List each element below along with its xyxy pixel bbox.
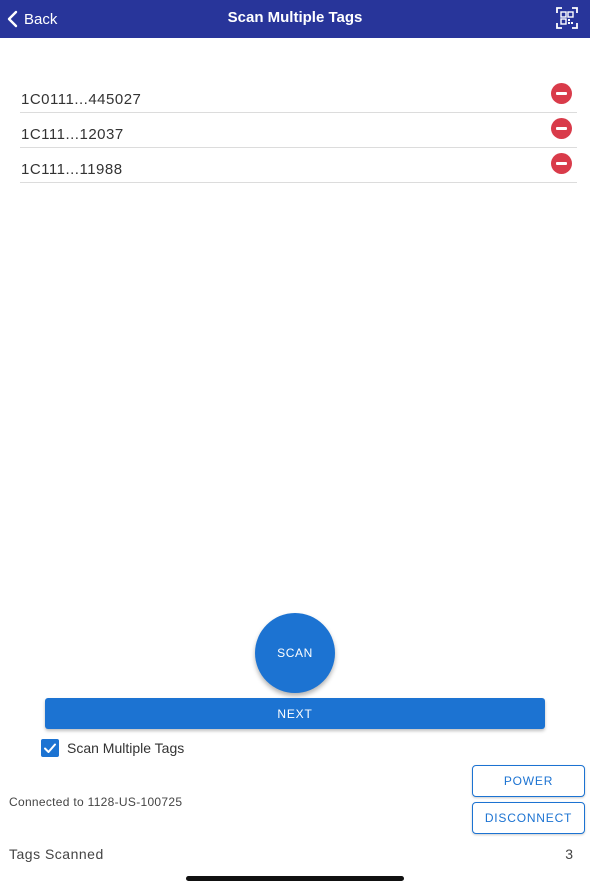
next-button[interactable]: NEXT <box>45 698 545 729</box>
page-title: Scan Multiple Tags <box>227 9 363 26</box>
connection-status: Connected to 1128-US-100725 <box>9 795 183 809</box>
scan-multiple-option: Scan Multiple Tags <box>41 738 184 758</box>
tag-list: 1C0111...445027 1C111...12037 1C111...11… <box>0 78 590 183</box>
qr-code-scan-icon[interactable] <box>556 7 578 29</box>
tag-row: 1C111...12037 <box>20 113 577 148</box>
minus-circle-icon <box>556 92 567 95</box>
scan-button[interactable]: SCAN <box>255 613 335 693</box>
home-indicator <box>186 876 404 881</box>
scan-multiple-label: Scan Multiple Tags <box>67 740 185 756</box>
tag-id: 1C111...11988 <box>21 161 123 178</box>
minus-circle-icon <box>556 127 567 130</box>
top-nav-bar: Back Scan Multiple Tags <box>0 0 590 38</box>
power-button[interactable]: POWER <box>472 765 585 797</box>
checkmark-icon <box>44 743 56 753</box>
tag-row: 1C111...11988 <box>20 148 577 183</box>
scan-multiple-tags-screen: Back Scan Multiple Tags 1C0111...445027 … <box>0 0 590 885</box>
scan-multiple-checkbox[interactable] <box>41 739 59 757</box>
tags-scanned-count: 3 <box>565 846 573 862</box>
tag-id: 1C0111...445027 <box>21 91 142 108</box>
tag-row: 1C0111...445027 <box>20 78 577 113</box>
tag-id: 1C111...12037 <box>21 126 124 143</box>
remove-tag-button[interactable] <box>551 153 572 174</box>
minus-circle-icon <box>556 162 567 165</box>
tags-scanned-label: Tags Scanned <box>9 846 104 862</box>
remove-tag-button[interactable] <box>551 118 572 139</box>
disconnect-button[interactable]: DISCONNECT <box>472 802 585 834</box>
remove-tag-button[interactable] <box>551 83 572 104</box>
